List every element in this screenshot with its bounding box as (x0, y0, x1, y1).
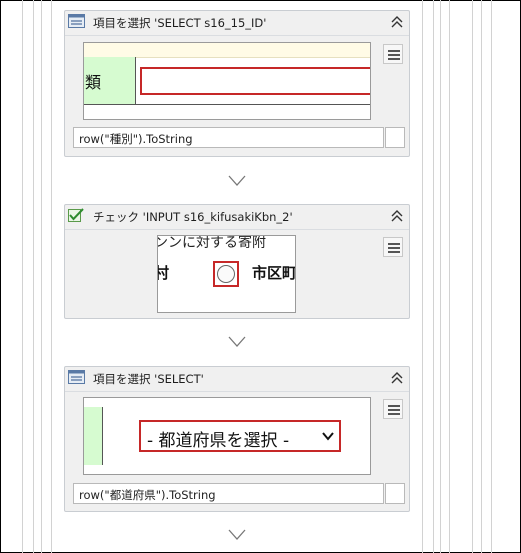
screenshot-text-right: 市区町 (252, 264, 296, 282)
flow-arrow-icon (228, 175, 246, 186)
target-highlight (140, 67, 370, 95)
activity-check-2[interactable]: チェック 'INPUT s16_kifusakiKbn_2' ンンに対する寄附 … (64, 204, 410, 319)
screenshot-label-cell (84, 407, 103, 465)
check-icon (68, 208, 84, 222)
activity-title: 項目を選択 'SELECT s16_15_ID' (93, 16, 267, 30)
activity-menu-button[interactable] (383, 44, 403, 64)
target-highlight: - 都道府県を選択 - (139, 420, 341, 452)
collapse-icon[interactable] (389, 207, 405, 225)
activity-select-item-1[interactable]: 項目を選択 'SELECT s16_15_ID' 類 row("種別").ToS… (64, 10, 410, 157)
activity-title: チェック 'INPUT s16_kifusakiKbn_2' (93, 210, 293, 224)
sequence-guide-line (422, 0, 423, 553)
collapse-icon[interactable] (389, 13, 405, 31)
item-expression-field[interactable]: row("種別").ToString (73, 127, 384, 148)
sequence-guide-line (41, 0, 42, 553)
chevron-down-icon (322, 432, 334, 441)
target-screenshot: ンンに対する寄附 村 市区町 (157, 235, 296, 313)
activity-header[interactable]: チェック 'INPUT s16_kifusakiKbn_2' (65, 205, 409, 230)
sequence-guide-line (51, 0, 52, 553)
radio-button (217, 265, 235, 283)
expression-options[interactable] (385, 483, 405, 504)
select-item-icon (68, 14, 85, 28)
screenshot-text-left: 村 (158, 262, 169, 283)
expression-options[interactable] (385, 127, 405, 148)
sequence-guide-line (33, 0, 34, 553)
sequence-guide-line (481, 0, 482, 553)
screenshot-divider (84, 104, 370, 105)
activity-menu-button[interactable] (383, 399, 403, 419)
activity-header[interactable]: 項目を選択 'SELECT' (65, 367, 409, 392)
sequence-guide-line (433, 0, 434, 553)
sequence-guide-line (449, 0, 450, 553)
target-screenshot: - 都道府県を選択 - (83, 397, 371, 475)
activity-title: 項目を選択 'SELECT' (93, 372, 204, 386)
collapse-icon[interactable] (389, 369, 405, 387)
activity-select-item-3[interactable]: 項目を選択 'SELECT' - 都道府県を選択 - row("都道府県").T… (64, 366, 410, 512)
screenshot-label: 類 (85, 73, 102, 92)
sequence-guide-line (472, 0, 473, 553)
sequence-guide-line (440, 0, 441, 553)
sequence-guide-line (22, 0, 23, 553)
target-highlight (213, 261, 239, 287)
activity-header[interactable]: 項目を選択 'SELECT s16_15_ID' (65, 11, 409, 36)
screenshot-band (84, 43, 370, 58)
dropdown-text: - 都道府県を選択 - (147, 431, 290, 451)
target-screenshot: 類 (83, 42, 371, 120)
screenshot-label-cell: 類 (84, 57, 136, 104)
flow-arrow-icon (228, 529, 246, 540)
item-expression-field[interactable]: row("都道府県").ToString (73, 483, 384, 504)
flow-arrow-icon (228, 336, 246, 347)
select-item-icon (68, 370, 85, 384)
sequence-guide-line (491, 0, 492, 553)
screenshot-text-top: ンンに対する寄附 (157, 235, 266, 251)
activity-menu-button[interactable] (383, 237, 403, 257)
